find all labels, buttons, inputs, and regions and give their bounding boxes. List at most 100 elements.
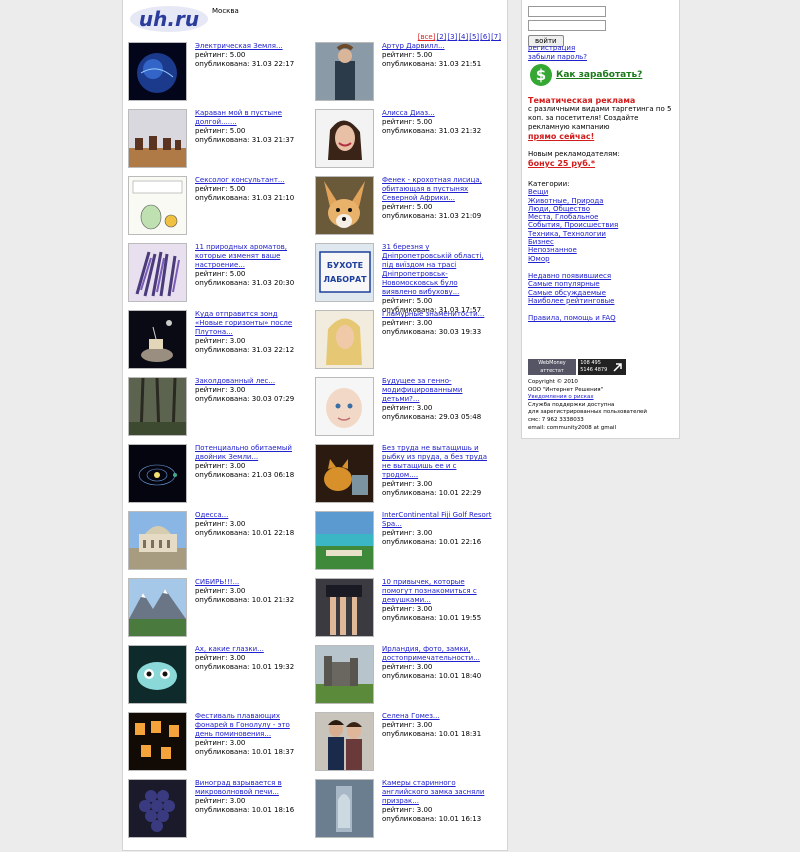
page-link[interactable]: [7]: [491, 33, 501, 41]
article-thumbnail[interactable]: [128, 109, 187, 168]
sort-link[interactable]: Самые популярные: [528, 280, 614, 288]
login-input[interactable]: [528, 6, 606, 17]
article-title-link[interactable]: Фенек - крохотная лисица, обитающая в пу…: [382, 176, 494, 203]
category-link[interactable]: Непознанное: [528, 246, 618, 254]
category-link[interactable]: Юмор: [528, 255, 618, 263]
bonus-link[interactable]: бонус 25 руб.*: [528, 159, 595, 168]
article-info: Без труда не вытащишь и рыбку из пруда, …: [382, 444, 494, 498]
article-thumbnail[interactable]: [128, 779, 187, 838]
article-title-link[interactable]: 10 привычек, которые помогут познакомить…: [382, 578, 494, 605]
sort-link[interactable]: Наиболее рейтинговые: [528, 297, 614, 305]
article-title-link[interactable]: Будущее за генно-модифицированными детьм…: [382, 377, 494, 404]
article-thumbnail[interactable]: [128, 444, 187, 503]
article-info: Электрическая Земля... рейтинг: 5.00 опубл…: [195, 42, 307, 69]
dollar-icon[interactable]: $: [530, 64, 552, 86]
article-title-link[interactable]: 31 березня у Дніпропетровській області, …: [382, 243, 494, 297]
promo-cta-link[interactable]: прямо сейчас!: [528, 132, 594, 141]
article-title-link[interactable]: Гламурные знаменитости...: [382, 310, 494, 319]
category-link[interactable]: Места, Глобальное: [528, 213, 618, 221]
article-title-link[interactable]: Фестиваль плавающих фонарей в Гонолулу -…: [195, 712, 307, 739]
article-title-link[interactable]: Потенциально обитаемый двойник Земли...: [195, 444, 307, 462]
article-rating: рейтинг: 3.00: [195, 520, 307, 529]
category-link[interactable]: Бизнес: [528, 238, 618, 246]
category-link[interactable]: Вещи: [528, 188, 618, 196]
help-link[interactable]: Правила, помощь и FAQ: [528, 314, 616, 322]
article-title-link[interactable]: Куда отправится зонд «Новые горизонты» п…: [195, 310, 307, 337]
article-thumbnail[interactable]: [315, 42, 374, 101]
page-link[interactable]: [4]: [458, 33, 468, 41]
article-title-link[interactable]: Ирландия, фото, замки, достопримечательн…: [382, 645, 494, 663]
article-card: Камеры старинного английского замка засн…: [315, 779, 500, 839]
article-thumbnail[interactable]: [128, 176, 187, 235]
article-title-link[interactable]: Виноград взрывается в микроволновой печи…: [195, 779, 307, 797]
article-thumbnail[interactable]: [315, 578, 374, 637]
article-thumbnail[interactable]: [128, 712, 187, 771]
published-label: опубликована:: [195, 194, 250, 202]
article-thumbnail[interactable]: БУХОТЕ ЛАБОРАТ: [315, 243, 374, 302]
article-title-link[interactable]: Селена Гомез...: [382, 712, 494, 721]
page-link[interactable]: [все]: [418, 33, 436, 41]
date-value: 31.03 22:17: [251, 60, 295, 68]
article-title-link[interactable]: Камеры старинного английского замка засн…: [382, 779, 494, 806]
forgot-password-link[interactable]: забыли пароль?: [528, 53, 587, 62]
article-card: СИБИРЬ!!!... рейтинг: 3.00 опубликована: 1…: [128, 578, 313, 638]
article-thumbnail[interactable]: [128, 511, 187, 570]
article-thumbnail[interactable]: [128, 645, 187, 704]
article-title-link[interactable]: Электрическая Земля...: [195, 42, 307, 51]
sort-link[interactable]: Недавно появившиеся: [528, 272, 614, 280]
category-link[interactable]: Люди, Общество: [528, 205, 618, 213]
article-info: Ах, какие глазки... рейтинг: 3.00 опублико…: [195, 645, 307, 672]
date-value: 10.01 19:55: [438, 614, 482, 622]
article-thumbnail[interactable]: [128, 243, 187, 302]
article-title-link[interactable]: Ах, какие глазки...: [195, 645, 307, 654]
page-link[interactable]: [6]: [480, 33, 490, 41]
sort-link[interactable]: Самые обсуждаемые: [528, 289, 614, 297]
article-thumbnail[interactable]: [315, 779, 374, 838]
rating-label: рейтинг:: [195, 739, 228, 747]
article-title-link[interactable]: Караван мой в пустыне долгой.......: [195, 109, 307, 127]
category-link[interactable]: Техника, Технологии: [528, 230, 618, 238]
webmoney-badge[interactable]: WebMoney аттестат участника: [528, 359, 576, 382]
risk-notice-link[interactable]: Уведомления о рисках: [528, 394, 676, 402]
date-value: 31.03 21:09: [438, 212, 482, 220]
article-title-link[interactable]: Алисса Диаз...: [382, 109, 494, 118]
rating-value: 3.00: [416, 319, 433, 327]
article-info: Камеры старинного английского замка засн…: [382, 779, 494, 824]
page-link[interactable]: [3]: [447, 33, 457, 41]
article-date: опубликована: 21.03 06:18: [195, 471, 307, 480]
article-title-link[interactable]: InterContinental Fiji Golf Resort Spa...: [382, 511, 494, 529]
article-thumbnail[interactable]: [128, 377, 187, 436]
password-input[interactable]: [528, 20, 606, 31]
counter-badge[interactable]: 108 495 5146 4879: [578, 359, 627, 375]
category-link[interactable]: События, Происшествия: [528, 221, 618, 229]
published-label: опубликована:: [382, 614, 437, 622]
article-thumbnail[interactable]: [315, 310, 374, 369]
article-thumbnail[interactable]: [315, 712, 374, 771]
article-thumbnail[interactable]: [315, 176, 374, 235]
article-thumbnail[interactable]: [315, 377, 374, 436]
article-thumbnail[interactable]: [315, 444, 374, 503]
site-logo[interactable]: uh.ru: [129, 4, 209, 34]
earn-link[interactable]: Как заработать?: [556, 70, 642, 80]
rating-label: рейтинг:: [382, 529, 415, 537]
article-title-link[interactable]: Заколдованный лес...: [195, 377, 307, 386]
article-thumbnail[interactable]: [315, 645, 374, 704]
page-link[interactable]: [2]: [436, 33, 446, 41]
article-info: InterContinental Fiji Golf Resort Spa...…: [382, 511, 494, 547]
register-link[interactable]: регистрация: [528, 44, 587, 53]
article-thumbnail[interactable]: [315, 511, 374, 570]
article-thumbnail[interactable]: [128, 310, 187, 369]
category-link[interactable]: Животные, Природа: [528, 197, 618, 205]
page-link[interactable]: [5]: [469, 33, 479, 41]
article-title-link[interactable]: Без труда не вытащишь и рыбку из пруда, …: [382, 444, 494, 480]
article-thumbnail[interactable]: [128, 578, 187, 637]
rating-value: 5.00: [416, 297, 433, 305]
article-title-link[interactable]: 11 природных ароматов, которые изменят в…: [195, 243, 307, 270]
article-thumbnail[interactable]: [128, 42, 187, 101]
article-title-link[interactable]: СИБИРЬ!!!...: [195, 578, 307, 587]
article-thumbnail[interactable]: [315, 109, 374, 168]
article-title-link[interactable]: Одесса...: [195, 511, 307, 520]
rating-label: рейтинг:: [382, 203, 415, 211]
article-title-link[interactable]: Артур Дарвилл...: [382, 42, 494, 51]
article-title-link[interactable]: Сексолог консультант...: [195, 176, 307, 185]
